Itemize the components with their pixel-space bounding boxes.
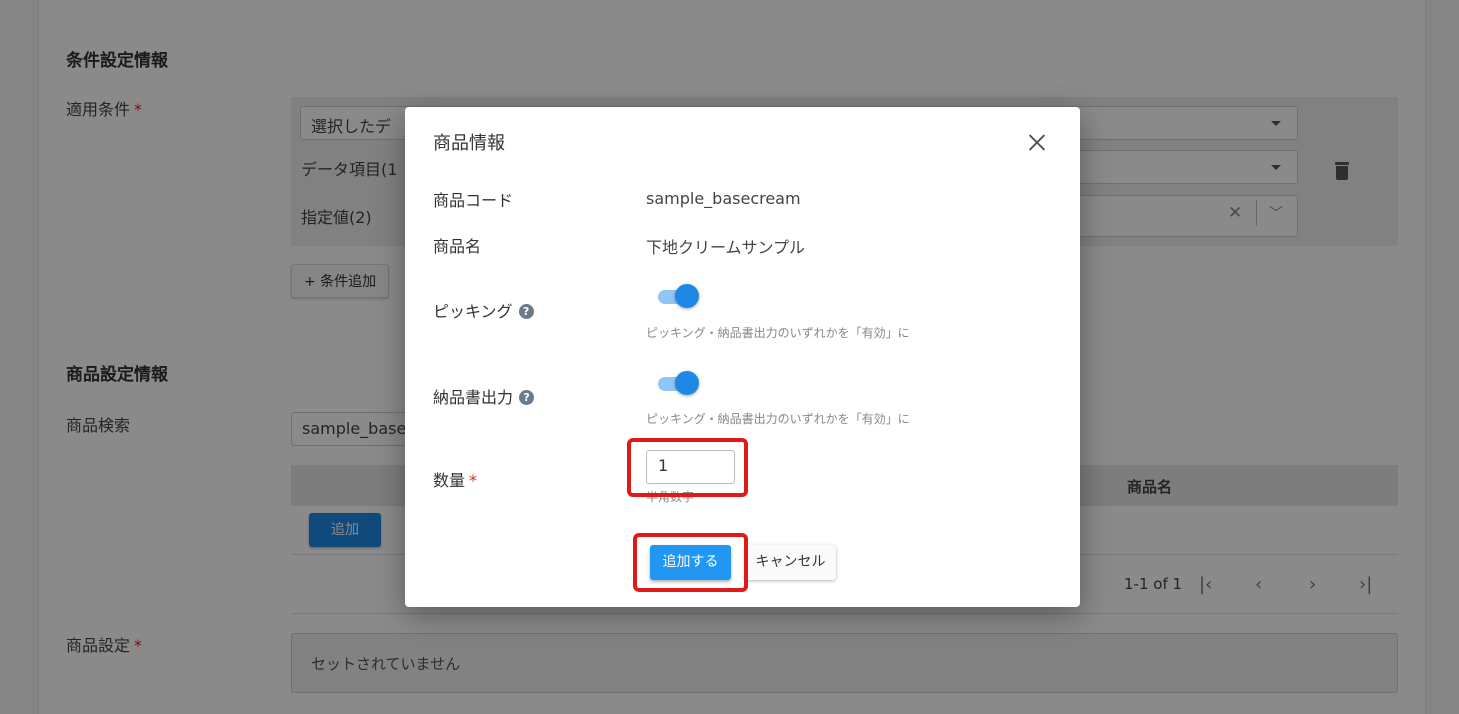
picking-toggle[interactable] (658, 284, 700, 310)
delivery-note-label-text: 納品書出力 (433, 388, 514, 407)
quantity-label: 数量 * (433, 467, 477, 491)
cancel-button[interactable]: キャンセル (745, 545, 836, 580)
quantity-label-text: 数量 (433, 471, 466, 490)
quantity-highlight-box (627, 438, 748, 497)
dialog-title: 商品情報 (433, 133, 505, 154)
required-mark: * (469, 471, 478, 490)
picking-label-text: ピッキング (433, 302, 513, 321)
product-name-value: 下地クリームサンプル (646, 238, 806, 257)
delivery-note-hint: ピッキング・納品書出力のいずれかを「有効」に (646, 412, 910, 426)
close-icon[interactable] (1023, 129, 1051, 157)
submit-highlight-box (633, 533, 748, 592)
picking-label: ピッキング? (433, 298, 534, 322)
help-icon[interactable]: ? (519, 390, 535, 405)
delivery-note-label: 納品書出力? (433, 384, 535, 408)
delivery-note-toggle[interactable] (658, 371, 700, 397)
picking-hint: ピッキング・納品書出力のいずれかを「有効」に (646, 326, 910, 340)
product-info-dialog: 商品情報 商品コード sample_basecream 商品名 下地クリームサン… (405, 107, 1080, 607)
help-icon[interactable]: ? (518, 304, 534, 319)
product-name-label: 商品名 (433, 237, 482, 256)
product-code-value: sample_basecream (646, 189, 801, 208)
product-code-label: 商品コード (433, 191, 514, 210)
